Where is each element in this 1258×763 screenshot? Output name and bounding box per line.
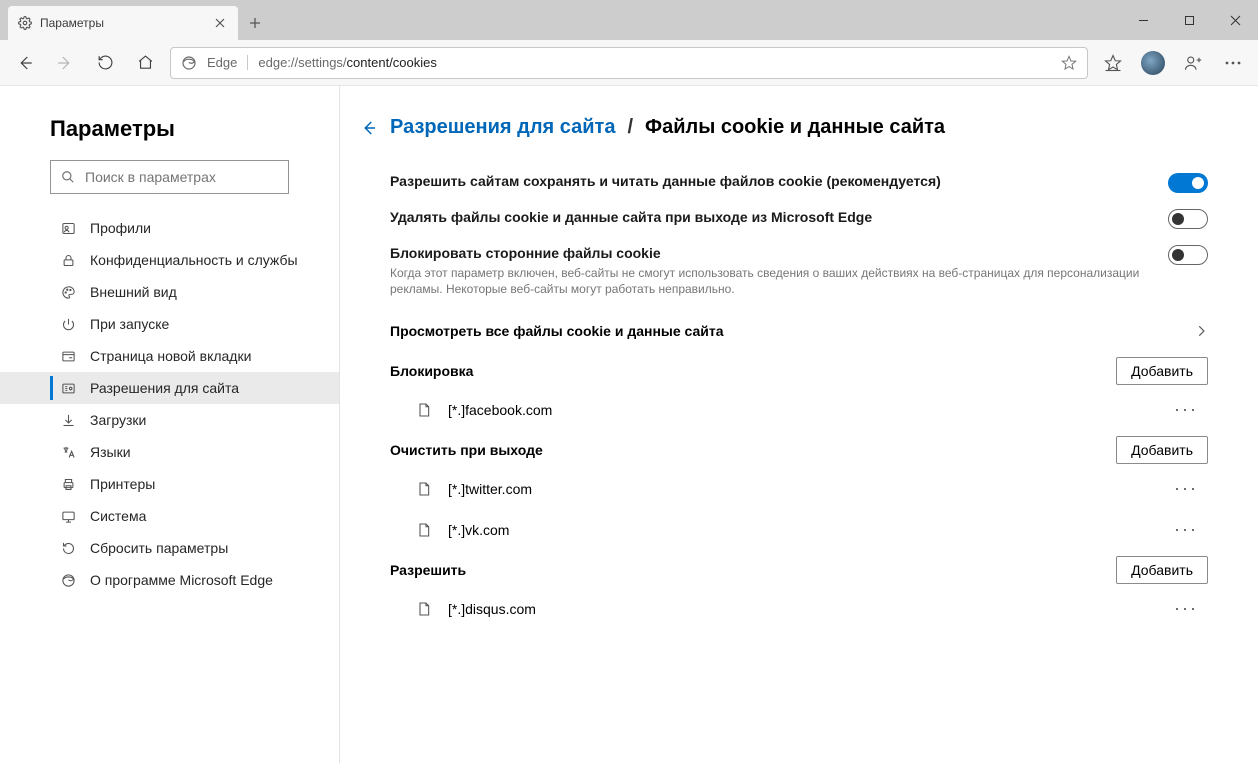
view-all-cookies-link[interactable]: Просмотреть все файлы cookie и данные са…: [390, 311, 1208, 351]
nav-newtab[interactable]: Страница новой вкладки: [0, 340, 339, 372]
favorites-button[interactable]: [1094, 44, 1132, 82]
close-tab-button[interactable]: [212, 15, 228, 31]
breadcrumb: Разрешения для сайта / Файлы cookie и да…: [360, 116, 1208, 139]
browser-tab[interactable]: Параметры: [8, 6, 238, 40]
toggle-allow-cookies[interactable]: [1168, 173, 1208, 193]
add-clear-button[interactable]: Добавить: [1116, 436, 1208, 464]
close-window-button[interactable]: [1212, 0, 1258, 40]
settings-nav: Профили Конфиденциальность и службы Внеш…: [0, 212, 339, 596]
newtab-icon: [60, 349, 76, 364]
page-icon: [416, 522, 432, 538]
new-tab-button[interactable]: [238, 6, 272, 40]
tab-title: Параметры: [40, 16, 204, 30]
toggle-delete-on-exit[interactable]: [1168, 209, 1208, 229]
clear-site-row: [*.]twitter.com ···: [360, 468, 1208, 509]
toolbar: Edge edge://settings/content/cookies: [0, 40, 1258, 86]
nav-appearance[interactable]: Внешний вид: [0, 276, 339, 308]
nav-system[interactable]: Система: [0, 500, 339, 532]
back-button[interactable]: [6, 44, 44, 82]
profile-icon: [60, 221, 76, 236]
edge-logo-icon: [60, 573, 76, 588]
gear-icon: [18, 16, 32, 30]
power-icon: [60, 317, 76, 332]
nav-downloads[interactable]: Загрузки: [0, 404, 339, 436]
nav-profiles[interactable]: Профили: [0, 212, 339, 244]
site-more-button[interactable]: ···: [1168, 519, 1204, 540]
site-more-button[interactable]: ···: [1168, 598, 1204, 619]
block-site-row: [*.]facebook.com ···: [360, 389, 1208, 430]
avatar: [1141, 51, 1165, 75]
menu-button[interactable]: [1214, 44, 1252, 82]
home-button[interactable]: [126, 44, 164, 82]
settings-sidebar: Параметры Профили Конфиденциальность и с…: [0, 86, 340, 763]
nav-printers[interactable]: Принтеры: [0, 468, 339, 500]
address-bar[interactable]: Edge edge://settings/content/cookies: [170, 47, 1088, 79]
favorite-star-icon[interactable]: [1061, 55, 1077, 71]
refresh-button[interactable]: [86, 44, 124, 82]
profile-button[interactable]: [1134, 44, 1172, 82]
nav-languages[interactable]: Языки: [0, 436, 339, 468]
section-block-header: Блокировка Добавить: [390, 357, 1208, 385]
maximize-button[interactable]: [1166, 0, 1212, 40]
search-icon: [61, 170, 75, 184]
nav-site-permissions[interactable]: Разрешения для сайта: [0, 372, 339, 404]
title-bar: Параметры: [0, 0, 1258, 40]
breadcrumb-parent-link[interactable]: Разрешения для сайта: [390, 116, 615, 139]
edge-icon: [181, 55, 197, 71]
setting-block-thirdparty: Блокировать сторонние файлы cookie Когда…: [390, 237, 1208, 305]
address-identity: Edge: [207, 55, 248, 70]
minimize-button[interactable]: [1120, 0, 1166, 40]
printer-icon: [60, 477, 76, 492]
page-icon: [416, 402, 432, 418]
add-allow-button[interactable]: Добавить: [1116, 556, 1208, 584]
nav-about[interactable]: О программе Microsoft Edge: [0, 564, 339, 596]
add-block-button[interactable]: Добавить: [1116, 357, 1208, 385]
breadcrumb-current: Файлы cookie и данные сайта: [645, 116, 945, 139]
page-icon: [416, 601, 432, 617]
breadcrumb-separator: /: [627, 116, 633, 139]
section-allow-header: Разрешить Добавить: [390, 556, 1208, 584]
section-clear-header: Очистить при выходе Добавить: [390, 436, 1208, 464]
page-icon: [416, 481, 432, 497]
clear-site-row: [*.]vk.com ···: [360, 509, 1208, 550]
forward-button: [46, 44, 84, 82]
settings-main: Разрешения для сайта / Файлы cookie и да…: [340, 86, 1258, 763]
site-more-button[interactable]: ···: [1168, 399, 1204, 420]
address-url: edge://settings/content/cookies: [258, 55, 1051, 70]
allow-site-row: [*.]disqus.com ···: [360, 588, 1208, 629]
collections-button[interactable]: [1174, 44, 1212, 82]
system-icon: [60, 509, 76, 524]
site-more-button[interactable]: ···: [1168, 478, 1204, 499]
settings-search[interactable]: [50, 160, 289, 194]
setting-allow-cookies: Разрешить сайтам сохранять и читать данн…: [390, 165, 1208, 201]
palette-icon: [60, 285, 76, 300]
permissions-icon: [60, 381, 76, 396]
reset-icon: [60, 541, 76, 556]
download-icon: [60, 413, 76, 428]
content: Параметры Профили Конфиденциальность и с…: [0, 86, 1258, 763]
nav-privacy[interactable]: Конфиденциальность и службы: [0, 244, 339, 276]
toggle-block-thirdparty[interactable]: [1168, 245, 1208, 265]
language-icon: [60, 445, 76, 460]
settings-search-input[interactable]: [85, 169, 278, 185]
settings-title: Параметры: [0, 116, 339, 160]
nav-onstartup[interactable]: При запуске: [0, 308, 339, 340]
setting-delete-on-exit: Удалять файлы cookie и данные сайта при …: [390, 201, 1208, 237]
chevron-right-icon: [1194, 324, 1208, 338]
window-controls: [1120, 0, 1258, 40]
lock-icon: [60, 253, 76, 268]
nav-reset[interactable]: Сбросить параметры: [0, 532, 339, 564]
breadcrumb-back-button[interactable]: [360, 119, 378, 137]
